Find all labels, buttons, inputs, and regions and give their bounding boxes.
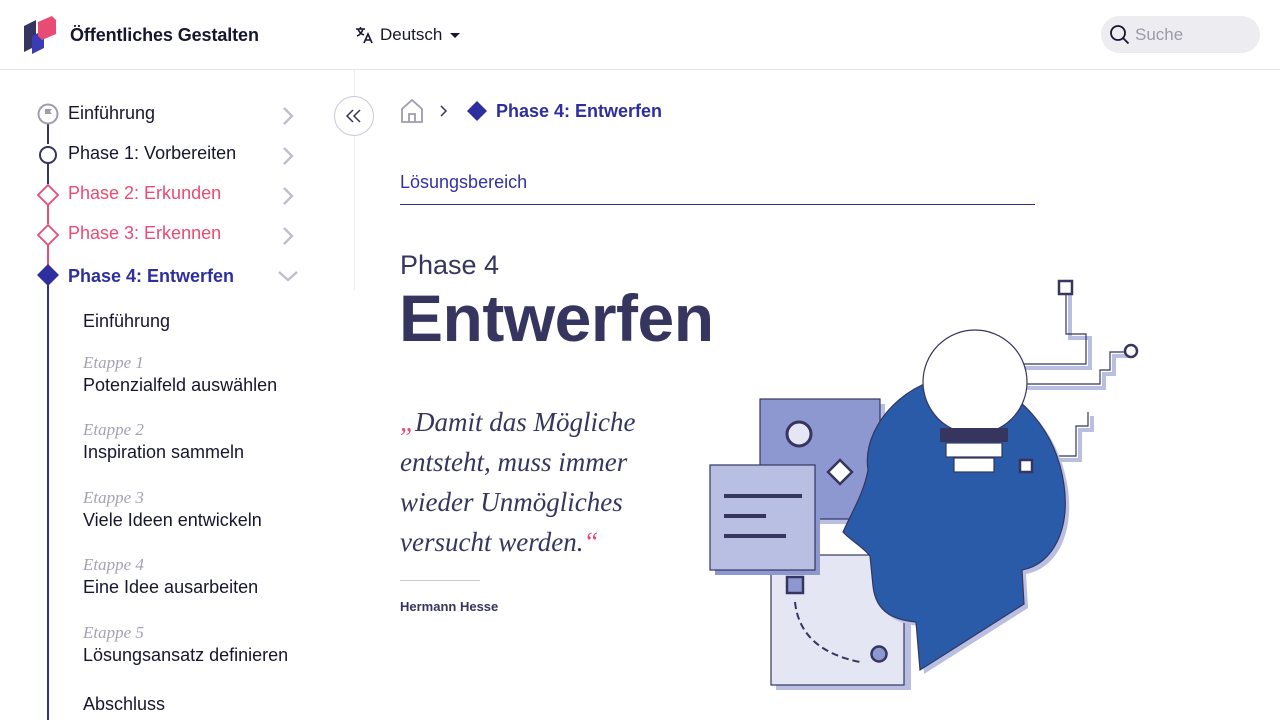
sidebar-item-phase-1[interactable]: Phase 1: Vorbereiten [68,143,236,164]
sidebar-item-phase-2[interactable]: Phase 2: Erkunden [68,183,221,204]
sidebar-item-phase-4[interactable]: Phase 4: Entwerfen [68,266,234,287]
flag-icon [37,103,59,125]
search-box[interactable] [1101,16,1260,53]
sidebar-item-phase-3[interactable]: Phase 3: Erkennen [68,223,221,244]
language-label: Deutsch [380,25,443,44]
diamond-outline-icon [36,183,60,207]
search-input[interactable] [1135,24,1253,45]
breadcrumb-current: Phase 4: Entwerfen [496,100,663,121]
translate-icon [356,27,373,44]
subnav-title: Eine Idee ausarbeiten [83,577,259,597]
breadcrumb-separator-icon [440,105,448,117]
head-lightbulb-illustration [709,279,1139,690]
subnav-item-abschluss[interactable]: Abschluss [83,692,165,715]
collapse-sidebar-button[interactable] [334,96,374,136]
subnav-stage: Etappe 4 [83,555,144,574]
home-icon[interactable] [400,98,424,124]
subnav-stage: Etappe 2 [83,420,144,439]
subnav-title: Potenzialfeld auswählen [83,375,278,395]
subnav-title: Einführung [83,311,171,331]
top-bar: Öffentliches Gestalten Deutsch [0,0,1280,70]
quote-text: Damit das Mögliche entsteht, muss immer … [400,407,636,557]
breadcrumb: Phase 4: Entwerfen [400,96,662,126]
quote-open-mark: „ [400,407,416,437]
subnav-stage: Etappe 3 [83,488,144,507]
circle-marker-icon [39,146,57,164]
search-icon[interactable] [1109,24,1131,46]
section-label: Lösungsbereich [400,172,528,192]
brand-name[interactable]: Öffentliches Gestalten [70,25,259,46]
subnav-stage: Etappe 5 [83,623,144,642]
quote-close-mark: “ [583,527,599,557]
caret-down-icon [450,33,461,38]
sidebar-item-einfuehrung[interactable]: Einführung [68,103,155,124]
subnav-title: Viele Ideen entwickeln [83,510,262,530]
phase-label: Phase 4 [400,250,500,280]
subnav-item-etappe-1[interactable]: Etappe 1 Potenzialfeld auswählen [83,353,277,396]
chevron-down-icon[interactable] [278,266,298,286]
subnav-title: Lösungsansatz definieren [83,645,289,665]
chevron-right-icon[interactable] [278,106,298,126]
double-chevron-left-icon [345,109,361,123]
subnav-item-etappe-5[interactable]: Etappe 5 Lösungsansatz definieren [83,623,288,666]
diamond-outline-icon [36,223,60,247]
subnav-item-etappe-2[interactable]: Etappe 2 Inspiration sammeln [83,420,244,463]
language-selector[interactable]: Deutsch [354,22,462,48]
subnav-item-etappe-4[interactable]: Etappe 4 Eine Idee ausarbeiten [83,555,258,598]
quote-author: Hermann Hesse [400,599,499,614]
diamond-filled-icon [467,101,487,121]
subnav-title: Abschluss [83,694,166,714]
subnav-title: Inspiration sammeln [83,442,245,462]
subnav-item-einfuehrung[interactable]: Einführung [83,309,170,332]
quote: „Damit das Mögliche entsteht, muss immer… [400,402,700,562]
subnav-item-etappe-3[interactable]: Etappe 3 Viele Ideen entwickeln [83,488,262,531]
subnav-stage: Etappe 1 [83,353,144,372]
chevron-right-icon[interactable] [278,226,298,246]
quote-divider [400,580,480,581]
chevron-right-icon[interactable] [278,146,298,166]
logo-icon[interactable] [22,16,58,54]
chevron-right-icon[interactable] [278,186,298,206]
diamond-filled-icon [37,264,59,286]
page-title: Entwerfen [399,281,714,355]
section-divider [400,204,1035,205]
